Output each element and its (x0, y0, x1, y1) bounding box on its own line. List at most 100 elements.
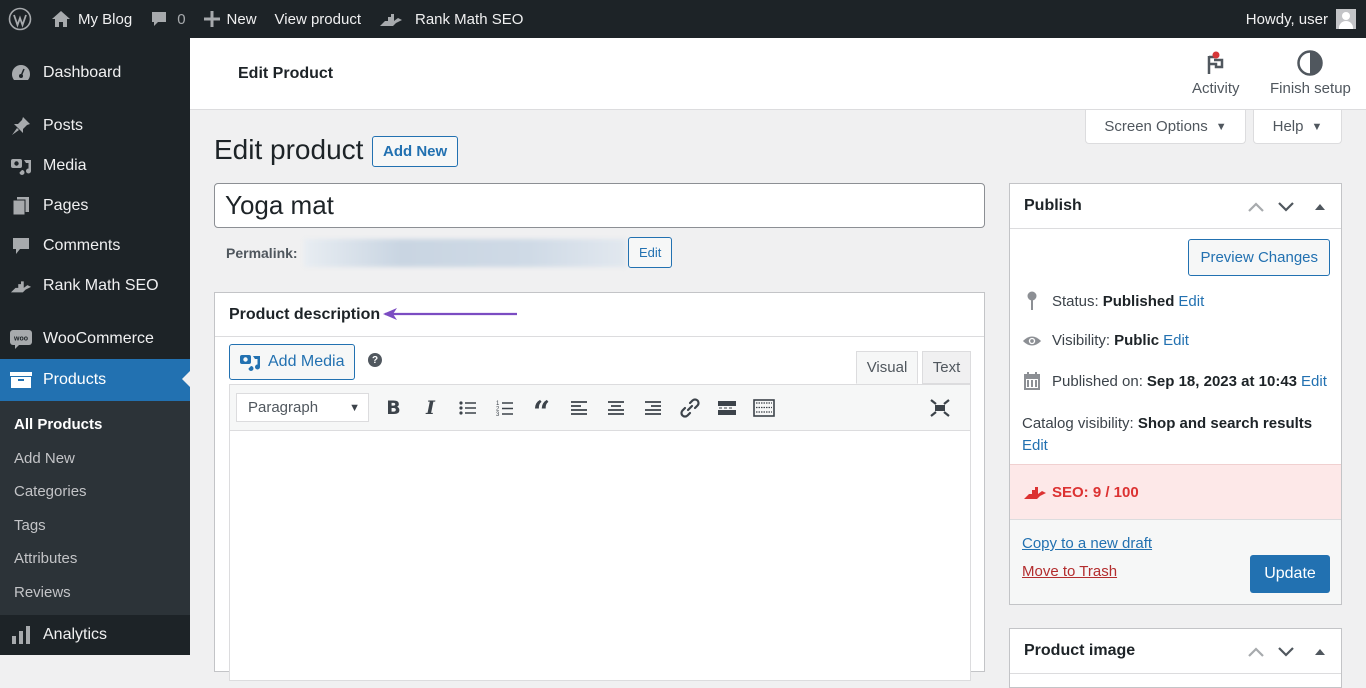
numbered-list-button[interactable]: 123 (486, 393, 523, 423)
sidebar-item-posts[interactable]: Posts (0, 106, 190, 146)
plus-icon (203, 11, 220, 27)
move-up-icon[interactable] (1247, 646, 1265, 658)
site-name-link[interactable]: My Blog (42, 0, 141, 38)
submenu-add-new[interactable]: Add New (0, 442, 190, 476)
sidebar-item-products[interactable]: Products (0, 359, 190, 401)
tab-text[interactable]: Text (922, 351, 971, 384)
product-title-input[interactable]: Yoga mat (214, 183, 985, 228)
read-more-icon (717, 400, 736, 415)
my-account-link[interactable]: Howdy, user (1237, 0, 1366, 38)
publish-box: Publish Preview Changes Status: Publishe… (1009, 183, 1342, 605)
permalink-row: Permalink: (226, 238, 626, 268)
editor-content-area[interactable] (229, 431, 971, 681)
move-down-icon[interactable] (1277, 201, 1295, 213)
svg-text:woo: woo (13, 336, 28, 343)
activity-button[interactable]: Activity (1192, 48, 1240, 97)
view-product-label: View product (274, 10, 361, 28)
submenu-tags[interactable]: Tags (0, 509, 190, 543)
preview-changes-button[interactable]: Preview Changes (1188, 239, 1330, 276)
published-on-label: Published on: (1052, 372, 1143, 390)
edit-date-link[interactable]: Edit (1301, 373, 1327, 390)
align-right-button[interactable] (634, 393, 671, 423)
sidebar-label: Pages (43, 197, 89, 214)
sidebar-label: Analytics (43, 626, 108, 643)
move-up-icon[interactable] (1247, 201, 1265, 213)
link-icon (679, 397, 700, 418)
bullet-list-button[interactable] (449, 393, 486, 423)
product-image-heading: Product image (1024, 642, 1136, 659)
move-down-icon[interactable] (1277, 646, 1295, 658)
finish-setup-button[interactable]: Finish setup (1270, 48, 1351, 97)
sidebar-label: Dashboard (43, 64, 122, 81)
calendar-icon (1022, 371, 1042, 391)
sidebar-item-rank-math[interactable]: Rank Math SEO (0, 266, 190, 306)
permalink-edit-button[interactable]: Edit (628, 237, 673, 268)
bold-button[interactable]: B (375, 393, 412, 423)
products-submenu: All Products Add New Categories Tags Att… (0, 401, 190, 615)
activity-label: Activity (1192, 80, 1240, 97)
comment-icon (10, 235, 32, 257)
view-product-link[interactable]: View product (266, 0, 370, 38)
sidebar-item-dashboard[interactable]: Dashboard (0, 52, 190, 94)
sidebar-item-comments[interactable]: Comments (0, 226, 190, 266)
pin-icon (1022, 291, 1042, 311)
product-image-box: Product image (1009, 628, 1342, 688)
help-button[interactable]: Help ▼ (1253, 110, 1342, 144)
update-button[interactable]: Update (1250, 555, 1330, 593)
wordpress-logo-button[interactable] (0, 0, 42, 38)
screen-options-button[interactable]: Screen Options ▼ (1085, 110, 1246, 144)
submenu-categories[interactable]: Categories (0, 475, 190, 509)
add-new-button[interactable]: Add New (372, 136, 459, 167)
caret-down-icon: ▼ (1311, 120, 1323, 133)
new-content-link[interactable]: New (195, 0, 266, 38)
comment-icon (150, 10, 168, 28)
edit-catalog-link[interactable]: Edit (1022, 437, 1048, 454)
numbered-list-icon: 123 (496, 401, 513, 417)
format-value: Paragraph (248, 399, 319, 416)
add-media-label: Add Media (268, 353, 345, 370)
collapse-toggle-icon[interactable] (1311, 646, 1329, 658)
submenu-all-products[interactable]: All Products (0, 408, 190, 442)
align-left-button[interactable] (560, 393, 597, 423)
read-more-button[interactable] (708, 393, 745, 423)
tab-visual[interactable]: Visual (856, 351, 918, 384)
format-select[interactable]: Paragraph ▼ (236, 393, 369, 422)
permalink-url-redacted[interactable] (303, 239, 626, 267)
blockquote-button[interactable]: “ (523, 393, 560, 427)
fullscreen-button[interactable] (921, 393, 958, 423)
rank-math-icon (379, 11, 403, 27)
toolbar-toggle-button[interactable] (745, 393, 782, 423)
add-media-button[interactable]: Add Media (229, 344, 355, 380)
comments-link[interactable]: 0 (141, 0, 194, 38)
sidebar-item-media[interactable]: Media (0, 146, 190, 186)
screen-options-label: Screen Options (1104, 118, 1208, 135)
help-icon[interactable]: ? (368, 353, 382, 367)
woo-icon: woo (10, 328, 32, 350)
publish-actions: Copy to a new draft Move to Trash Update (1010, 519, 1341, 604)
status-row: Status: Published Edit (1022, 291, 1204, 311)
rank-math-link[interactable]: Rank Math SEO (370, 0, 532, 38)
submenu-reviews[interactable]: Reviews (0, 576, 190, 610)
home-icon (51, 10, 71, 28)
page-title: Edit product (214, 134, 364, 165)
copy-to-draft-link[interactable]: Copy to a new draft (1022, 535, 1152, 552)
fullscreen-icon (929, 399, 950, 417)
caret-down-icon: ▼ (1215, 120, 1227, 133)
align-center-button[interactable] (597, 393, 634, 423)
publish-heading: Publish (1024, 197, 1082, 214)
insert-link-button[interactable] (671, 393, 708, 423)
sidebar-label: Rank Math SEO (43, 277, 159, 294)
edit-status-link[interactable]: Edit (1178, 293, 1204, 310)
seo-score-row[interactable]: SEO: 9 / 100 (1010, 464, 1341, 519)
italic-button[interactable]: I (412, 393, 449, 423)
eye-icon (1022, 334, 1042, 348)
collapse-toggle-icon[interactable] (1311, 201, 1329, 213)
status-value: Published (1102, 292, 1175, 310)
media-icon (10, 155, 32, 177)
sidebar-item-woocommerce[interactable]: woo WooCommerce (0, 319, 190, 359)
edit-visibility-link[interactable]: Edit (1163, 332, 1189, 349)
submenu-attributes[interactable]: Attributes (0, 542, 190, 576)
move-to-trash-link[interactable]: Move to Trash (1022, 563, 1117, 580)
sidebar-item-analytics[interactable]: Analytics (0, 615, 190, 655)
sidebar-item-pages[interactable]: Pages (0, 186, 190, 226)
